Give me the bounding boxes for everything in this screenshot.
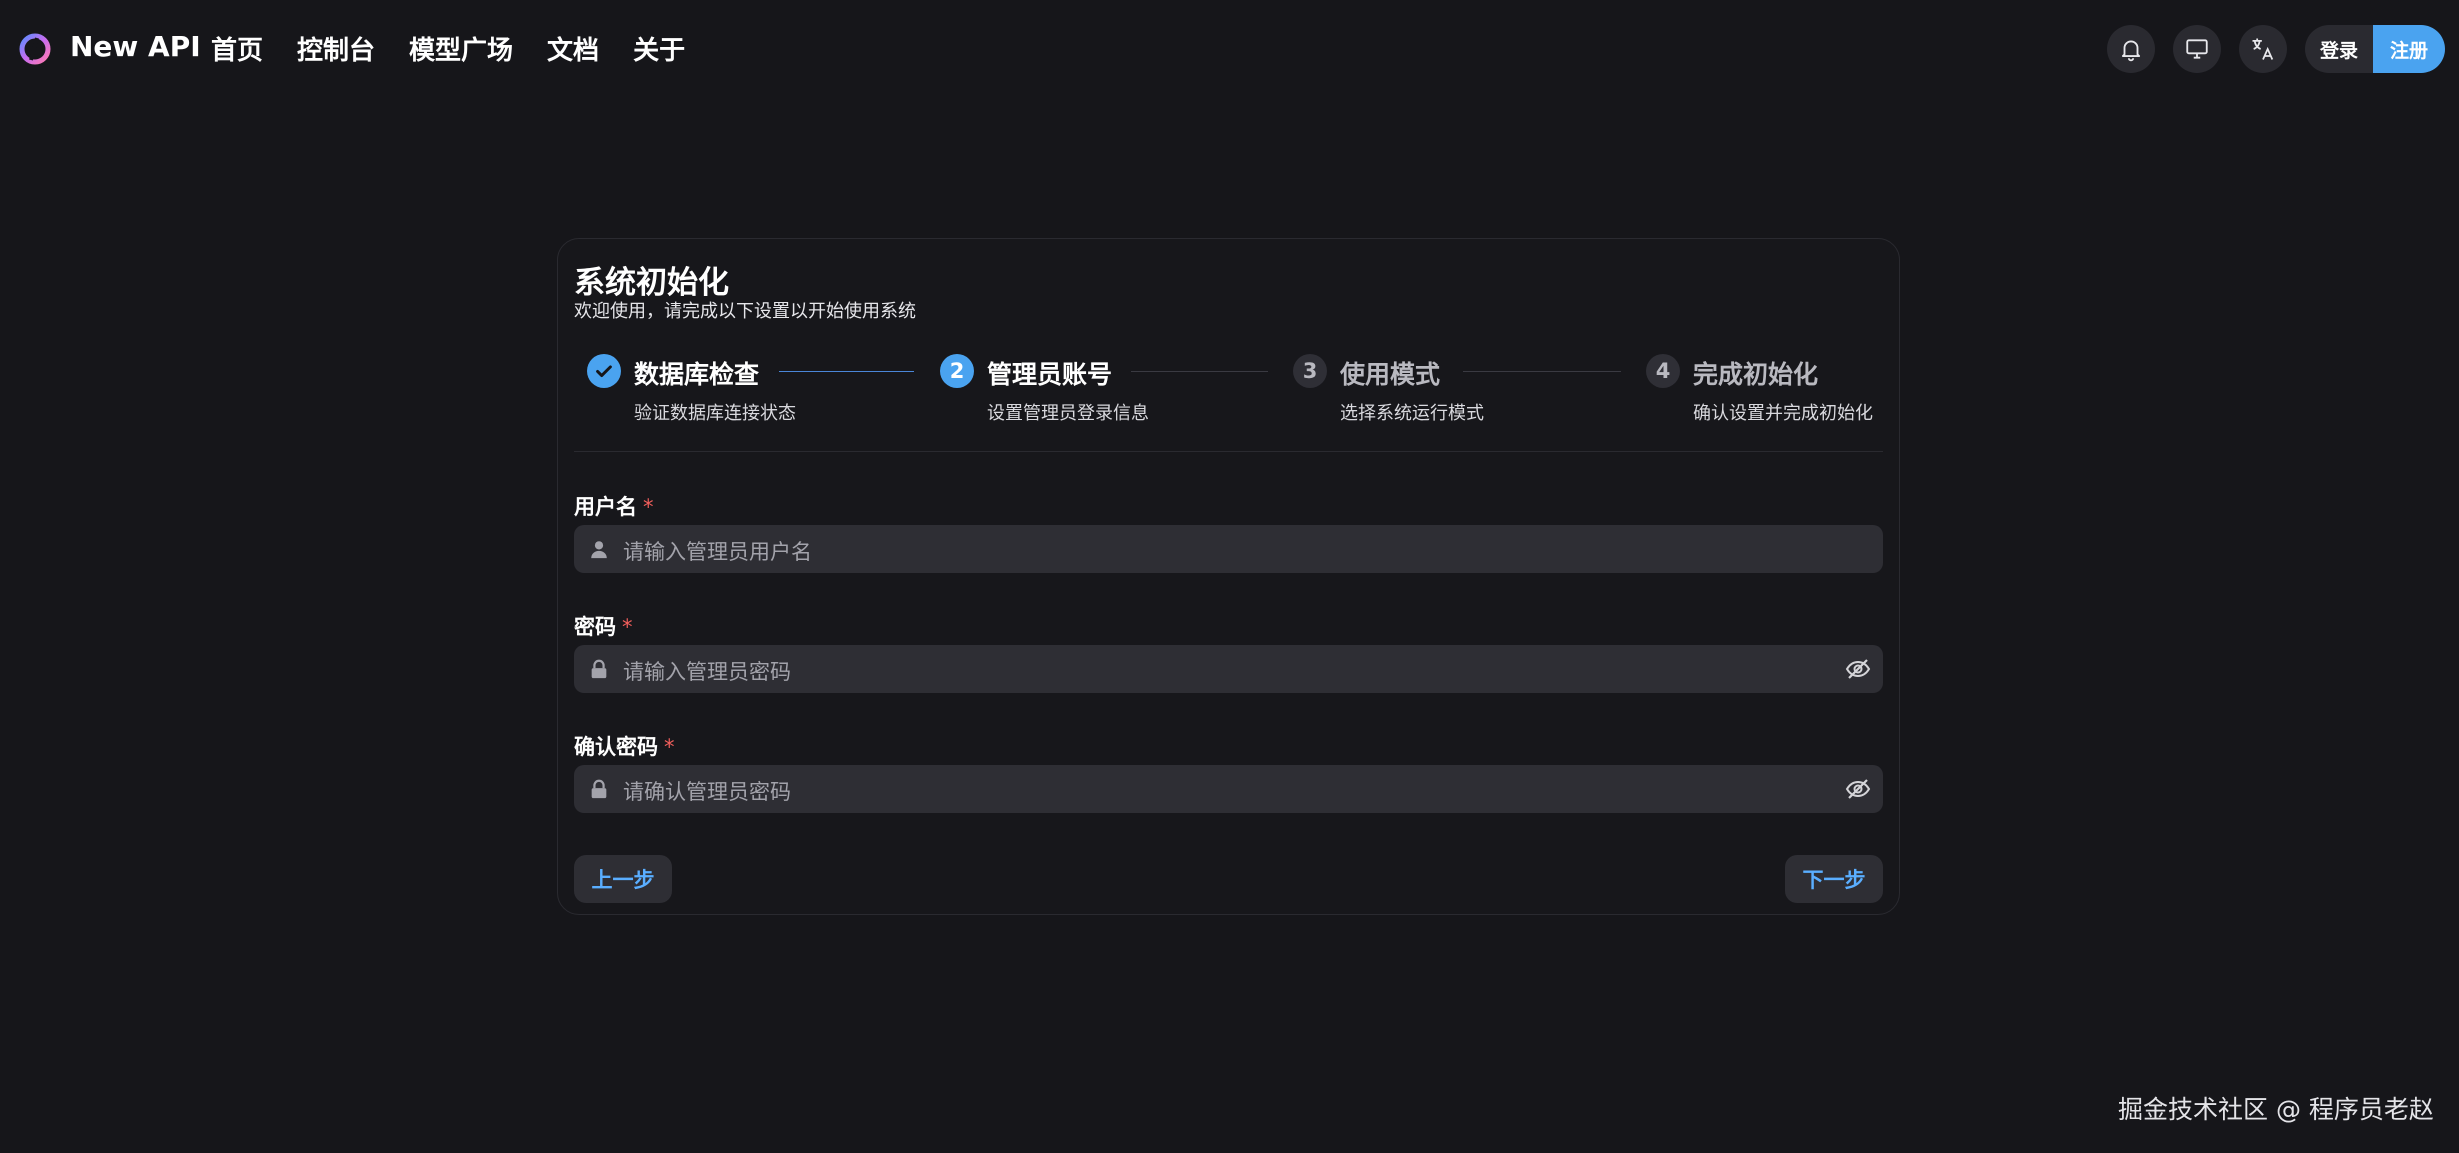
setup-card: 系统初始化 欢迎使用，请完成以下设置以开始使用系统 数据库检查 验证数据库连接状… (557, 238, 1900, 915)
monitor-icon (2186, 39, 2208, 59)
setup-steps: 数据库检查 验证数据库连接状态 2 管理员账号 设置管理员登录信息 3 使用模式… (558, 354, 1899, 424)
auth-buttons: 登录 注册 (2305, 25, 2445, 73)
language-button[interactable] (2239, 25, 2287, 73)
step-number: 2 (940, 354, 974, 388)
check-icon (587, 354, 621, 388)
step-title: 管理员账号 (987, 360, 1113, 389)
translate-icon (2252, 38, 2274, 60)
username-label: 用户名 * (574, 495, 654, 519)
username-field[interactable]: 请输入管理员用户名 (574, 525, 1883, 573)
username-placeholder: 请输入管理员用户名 (623, 540, 812, 564)
step-title: 完成初始化 (1693, 360, 1819, 389)
eye-off-icon[interactable] (1845, 657, 1871, 681)
confirm-password-label: 确认密码 * (574, 735, 675, 759)
next-step-button[interactable]: 下一步 (1785, 855, 1883, 903)
nav-home[interactable]: 首页 (211, 30, 263, 67)
step-desc: 验证数据库连接状态 (634, 403, 796, 424)
confirm-password-field[interactable]: 请确认管理员密码 (574, 765, 1883, 813)
password-label: 密码 * (574, 615, 633, 639)
step-number: 4 (1646, 354, 1680, 388)
step-connector (1131, 371, 1268, 372)
confirm-password-placeholder: 请确认管理员密码 (623, 780, 791, 804)
nav-console[interactable]: 控制台 (297, 30, 375, 67)
required-mark: * (664, 735, 675, 759)
login-button[interactable]: 登录 (2305, 25, 2373, 73)
divider (574, 451, 1883, 452)
nav-about[interactable]: 关于 (633, 30, 685, 67)
prev-step-button[interactable]: 上一步 (574, 855, 672, 903)
step-desc: 设置管理员登录信息 (987, 403, 1149, 424)
step-number: 3 (1293, 354, 1327, 388)
page-subtitle: 欢迎使用，请完成以下设置以开始使用系统 (574, 301, 916, 322)
step-title: 使用模式 (1340, 360, 1441, 389)
top-navbar: New API 首页 控制台 模型广场 文档 关于 登录 注册 (0, 0, 2459, 100)
lock-icon (591, 779, 607, 799)
watermark: 掘金技术社区 @ 程序员老赵 (2118, 1095, 2434, 1124)
password-field[interactable]: 请输入管理员密码 (574, 645, 1883, 693)
user-icon (591, 541, 607, 559)
required-mark: * (622, 615, 633, 639)
main-nav: 首页 控制台 模型广场 文档 关于 (211, 30, 685, 67)
nav-model-market[interactable]: 模型广场 (409, 30, 513, 67)
step-connector (1463, 371, 1621, 372)
notification-button[interactable] (2107, 25, 2155, 73)
brand-name[interactable]: New API (70, 30, 201, 63)
step-connector (779, 371, 914, 372)
page-title: 系统初始化 (574, 265, 729, 301)
theme-button[interactable] (2173, 25, 2221, 73)
nav-docs[interactable]: 文档 (547, 30, 599, 67)
step-title: 数据库检查 (634, 360, 760, 389)
step-desc: 选择系统运行模式 (1340, 403, 1484, 424)
step-desc: 确认设置并完成初始化 (1693, 403, 1873, 424)
lock-icon (591, 659, 607, 679)
register-button[interactable]: 注册 (2373, 25, 2445, 73)
required-mark: * (643, 495, 654, 519)
password-placeholder: 请输入管理员密码 (623, 660, 791, 684)
eye-off-icon[interactable] (1845, 777, 1871, 801)
bell-icon (2121, 40, 2141, 62)
logo-icon[interactable] (18, 32, 52, 66)
